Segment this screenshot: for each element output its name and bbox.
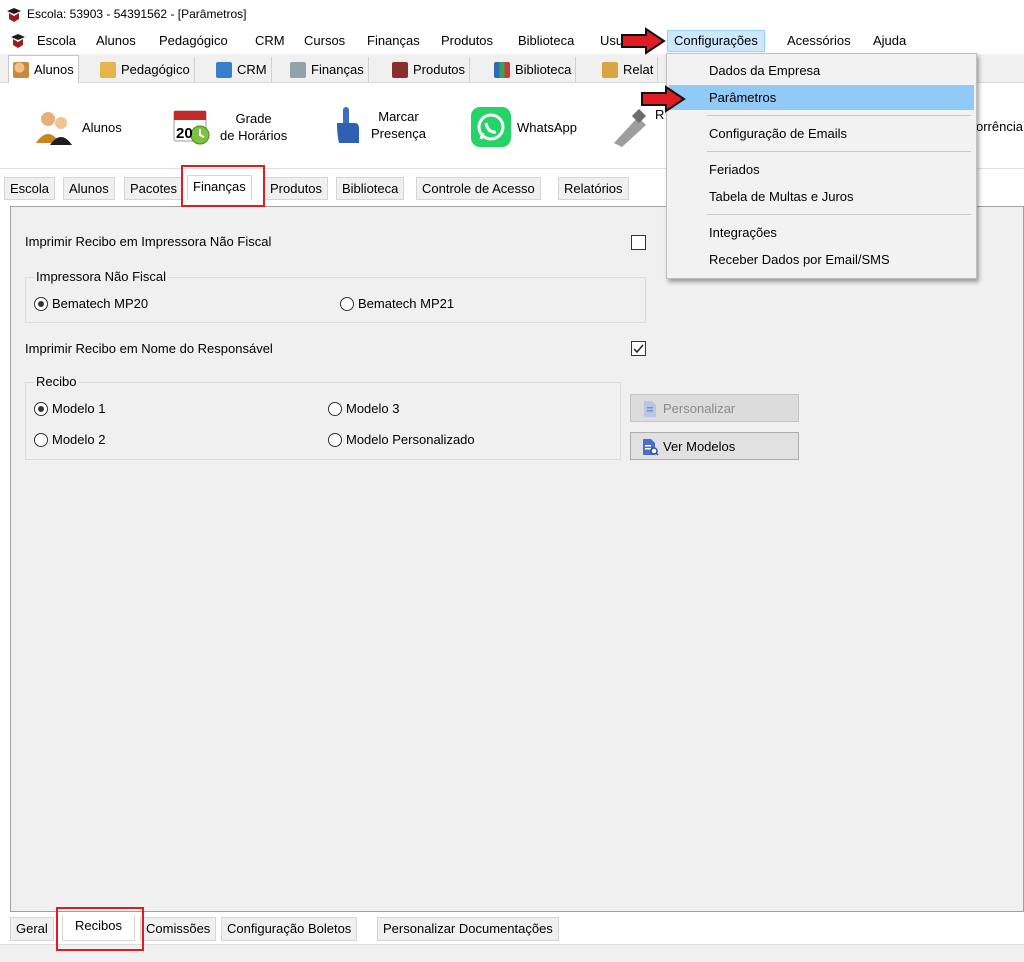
raised-hand-icon [337,107,359,143]
stamp-icon [614,108,647,147]
menu-separator [707,151,971,152]
menu-item-integracoes[interactable]: Integrações [669,220,974,245]
module-tab-alunos[interactable]: Alunos [8,55,79,83]
highlight-financas-tab [181,165,265,207]
menu-item-multas-juros[interactable]: Tabela de Multas e Juros [669,184,974,209]
ribbon-stamp-button[interactable]: R [610,107,664,147]
tab-produtos[interactable]: Produtos [264,177,329,200]
document-search-icon [643,439,659,456]
tab-pacotes[interactable]: Pacotes [124,177,183,200]
imprimir-nao-fiscal-checkbox[interactable] [631,235,646,250]
module-tab-crm[interactable]: CRM [212,57,272,82]
personalizar-button[interactable]: Personalizar [630,394,799,422]
menu-separator [707,214,971,215]
recibo-group-title: Recibo [34,374,79,389]
menu-crm[interactable]: CRM [255,33,285,48]
menu-separator [707,115,971,116]
menu-item-receber-dados[interactable]: Receber Dados por Email/SMS [669,247,974,272]
financas-settings-panel: Imprimir Recibo em Impressora Não Fiscal… [10,206,1024,912]
checkmark-icon [633,344,644,354]
radio-modelo-3[interactable]: Modelo 3 [328,401,399,416]
app-menu-icon[interactable] [10,33,26,49]
menu-alunos[interactable]: Alunos [96,33,136,48]
radio-unselected-icon [328,401,342,416]
menu-pedagogico[interactable]: Pedagógico [159,33,228,48]
window-title: Escola: 53903 - 54391562 - [Parâmetros] [27,7,247,21]
menu-item-parametros[interactable]: Parâmetros [669,85,974,110]
ver-modelos-button[interactable]: Ver Modelos [630,432,799,460]
finance-person-icon [290,61,306,78]
menu-configuracoes[interactable]: Configurações [667,30,765,52]
ribbon-marcar-label: Marcar Presença [371,109,426,141]
imprimir-responsavel-checkbox[interactable] [631,341,646,356]
radio-selected-icon [34,296,48,311]
impressora-nao-fiscal-group: Impressora Não Fiscal Bematech MP20 Bema… [25,269,646,323]
imprimir-responsavel-label: Imprimir Recibo em Nome do Responsável [25,341,273,356]
radio-modelo-personalizado[interactable]: Modelo Personalizado [328,432,475,447]
radio-modelo-1[interactable]: Modelo 1 [34,401,105,416]
radio-bematech-mp20[interactable]: Bematech MP20 [34,296,148,311]
products-box-icon [392,61,408,78]
menu-escola[interactable]: Escola [37,33,76,48]
radio-selected-icon [34,401,48,416]
recibo-group: Recibo Modelo 1 Modelo 3 Modelo 2 Modelo… [25,374,621,460]
menu-bar: Escola Alunos Pedagógico CRM Cursos Fina… [0,30,1024,52]
ribbon-marcar-presenca-button[interactable]: Marcar Presença [333,105,426,145]
status-bar [0,944,1024,962]
menu-ajuda[interactable]: Ajuda [873,33,906,48]
bottom-tab-geral[interactable]: Geral [10,917,54,941]
radio-unselected-icon [328,432,342,447]
whatsapp-icon [471,107,511,147]
bottom-tab-comissoes[interactable]: Comissões [140,917,217,941]
parameters-bottom-tabs: Geral Recibos Comissões Configuração Bol… [10,915,1024,941]
monitor-icon [216,61,232,78]
menu-financas[interactable]: Finanças [367,33,420,48]
radio-modelo-2[interactable]: Modelo 2 [34,432,105,447]
radio-bematech-mp21[interactable]: Bematech MP21 [340,296,454,311]
menu-biblioteca[interactable]: Biblioteca [518,33,574,48]
module-tab-produtos[interactable]: Produtos [388,57,471,82]
book-pencil-icon [100,61,116,78]
ribbon-grade-horarios-button[interactable]: 20 Grade de Horários [172,107,287,147]
red-arrow-icon [641,85,686,113]
title-bar: Escola: 53903 - 54391562 - [Parâmetros] [0,0,1024,30]
menu-item-config-emails[interactable]: Configuração de Emails [669,121,974,146]
ribbon-grade-label: Grade de Horários [220,111,288,143]
menu-acessorios[interactable]: Acessórios [787,33,851,48]
module-tab-financas[interactable]: Finanças [286,57,369,82]
tab-escola[interactable]: Escola [4,177,56,200]
highlight-recibos-tab [56,907,144,951]
students-icon [13,61,29,78]
students-icon [36,112,72,145]
reports-icon [602,61,618,78]
radio-unselected-icon [340,296,354,311]
menu-produtos[interactable]: Produtos [441,33,493,48]
ribbon-alunos-button[interactable]: Alunos [34,109,122,145]
menu-cursos[interactable]: Cursos [304,33,345,48]
tab-controle-acesso[interactable]: Controle de Acesso [416,177,541,200]
tab-relatorios[interactable]: Relatórios [558,177,629,200]
red-arrow-icon [621,27,666,55]
bottom-tab-config-boletos[interactable]: Configuração Boletos [221,917,358,941]
tab-alunos[interactable]: Alunos [63,177,115,200]
menu-item-dados-empresa[interactable]: Dados da Empresa [669,58,974,83]
radio-unselected-icon [34,432,48,447]
tab-biblioteca[interactable]: Biblioteca [336,177,405,200]
app-logo-icon [7,8,21,22]
module-tab-pedagogico[interactable]: Pedagógico [96,57,195,82]
ribbon-whatsapp-button[interactable]: WhatsApp [471,107,577,147]
calendar-day-text: 20 [176,125,193,142]
imprimir-nao-fiscal-label: Imprimir Recibo em Impressora Não Fiscal [25,234,272,249]
bottom-tab-personalizar-doc[interactable]: Personalizar Documentações [377,917,559,941]
document-edit-icon [644,401,656,417]
impressora-group-title: Impressora Não Fiscal [34,269,169,284]
configuracoes-dropdown-menu: Dados da Empresa Parâmetros Configuração… [666,53,977,279]
ribbon-ocorrencia-label[interactable]: orrência [976,119,1023,134]
module-tab-biblioteca[interactable]: Biblioteca [490,57,577,82]
library-books-icon [494,61,510,78]
module-tab-relatorios[interactable]: Relat [598,57,659,82]
menu-item-feriados[interactable]: Feriados [669,157,974,182]
